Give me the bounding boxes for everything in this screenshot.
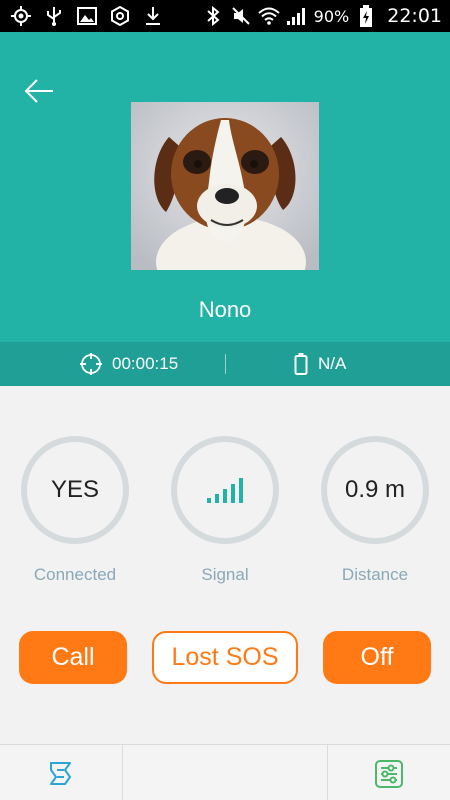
- battery-percent: 90%: [313, 6, 350, 26]
- call-button[interactable]: Call: [19, 631, 127, 684]
- signal-strength-icon: [207, 478, 243, 503]
- nav-divider: [122, 745, 123, 800]
- settings-sliders-icon: [375, 760, 403, 788]
- connected-value: YES: [50, 476, 100, 503]
- nav-divider: [327, 745, 328, 800]
- distance-stat: 0.9 m Distance: [321, 436, 429, 585]
- info-strip: 00:00:15 N/A: [0, 342, 450, 386]
- bluetooth-icon: [202, 5, 224, 27]
- battery-charging-icon: [355, 5, 377, 27]
- pet-header: Nono: [0, 32, 450, 342]
- clock: 22:01: [387, 5, 442, 27]
- connected-label: Connected: [33, 565, 117, 584]
- image-icon: [76, 5, 98, 27]
- back-arrow-icon: [24, 79, 53, 103]
- lost-sos-button[interactable]: Lost SOS: [152, 631, 298, 684]
- off-button[interactable]: Off: [323, 631, 431, 684]
- signal-label: Signal: [201, 565, 249, 584]
- hexagon-icon: [109, 5, 131, 27]
- bottom-nav: [0, 744, 450, 800]
- battery-icon: [294, 353, 308, 375]
- distance-label: Distance: [341, 565, 409, 584]
- timer: 00:00:15: [80, 342, 178, 386]
- connected-ring: YES: [21, 436, 129, 544]
- usb-icon: [43, 5, 65, 27]
- signal-ring: [171, 436, 279, 544]
- signal-icon: [286, 5, 308, 27]
- distance-ring: 0.9 m: [321, 436, 429, 544]
- crosshair-icon: [80, 353, 102, 375]
- connected-stat: YES Connected: [21, 436, 129, 585]
- back-button[interactable]: [22, 74, 56, 108]
- mute-icon: [230, 5, 252, 27]
- settings-button[interactable]: [372, 757, 406, 791]
- status-bar: 90% 22:01: [0, 0, 450, 32]
- divider: [225, 354, 226, 374]
- map-route-icon: [50, 762, 71, 785]
- pet-name: Nono: [198, 297, 252, 322]
- timer-value: 00:00:15: [112, 354, 179, 373]
- distance-value: 0.9 m: [344, 476, 406, 503]
- battery-value: N/A: [318, 354, 347, 373]
- pet-photo: [131, 102, 319, 270]
- download-icon: [142, 5, 164, 27]
- map-route-button[interactable]: [44, 757, 78, 791]
- signal-stat: Signal: [171, 436, 279, 585]
- wifi-icon: [258, 5, 280, 27]
- device-battery: N/A: [294, 342, 346, 386]
- gps-icon: [10, 5, 32, 27]
